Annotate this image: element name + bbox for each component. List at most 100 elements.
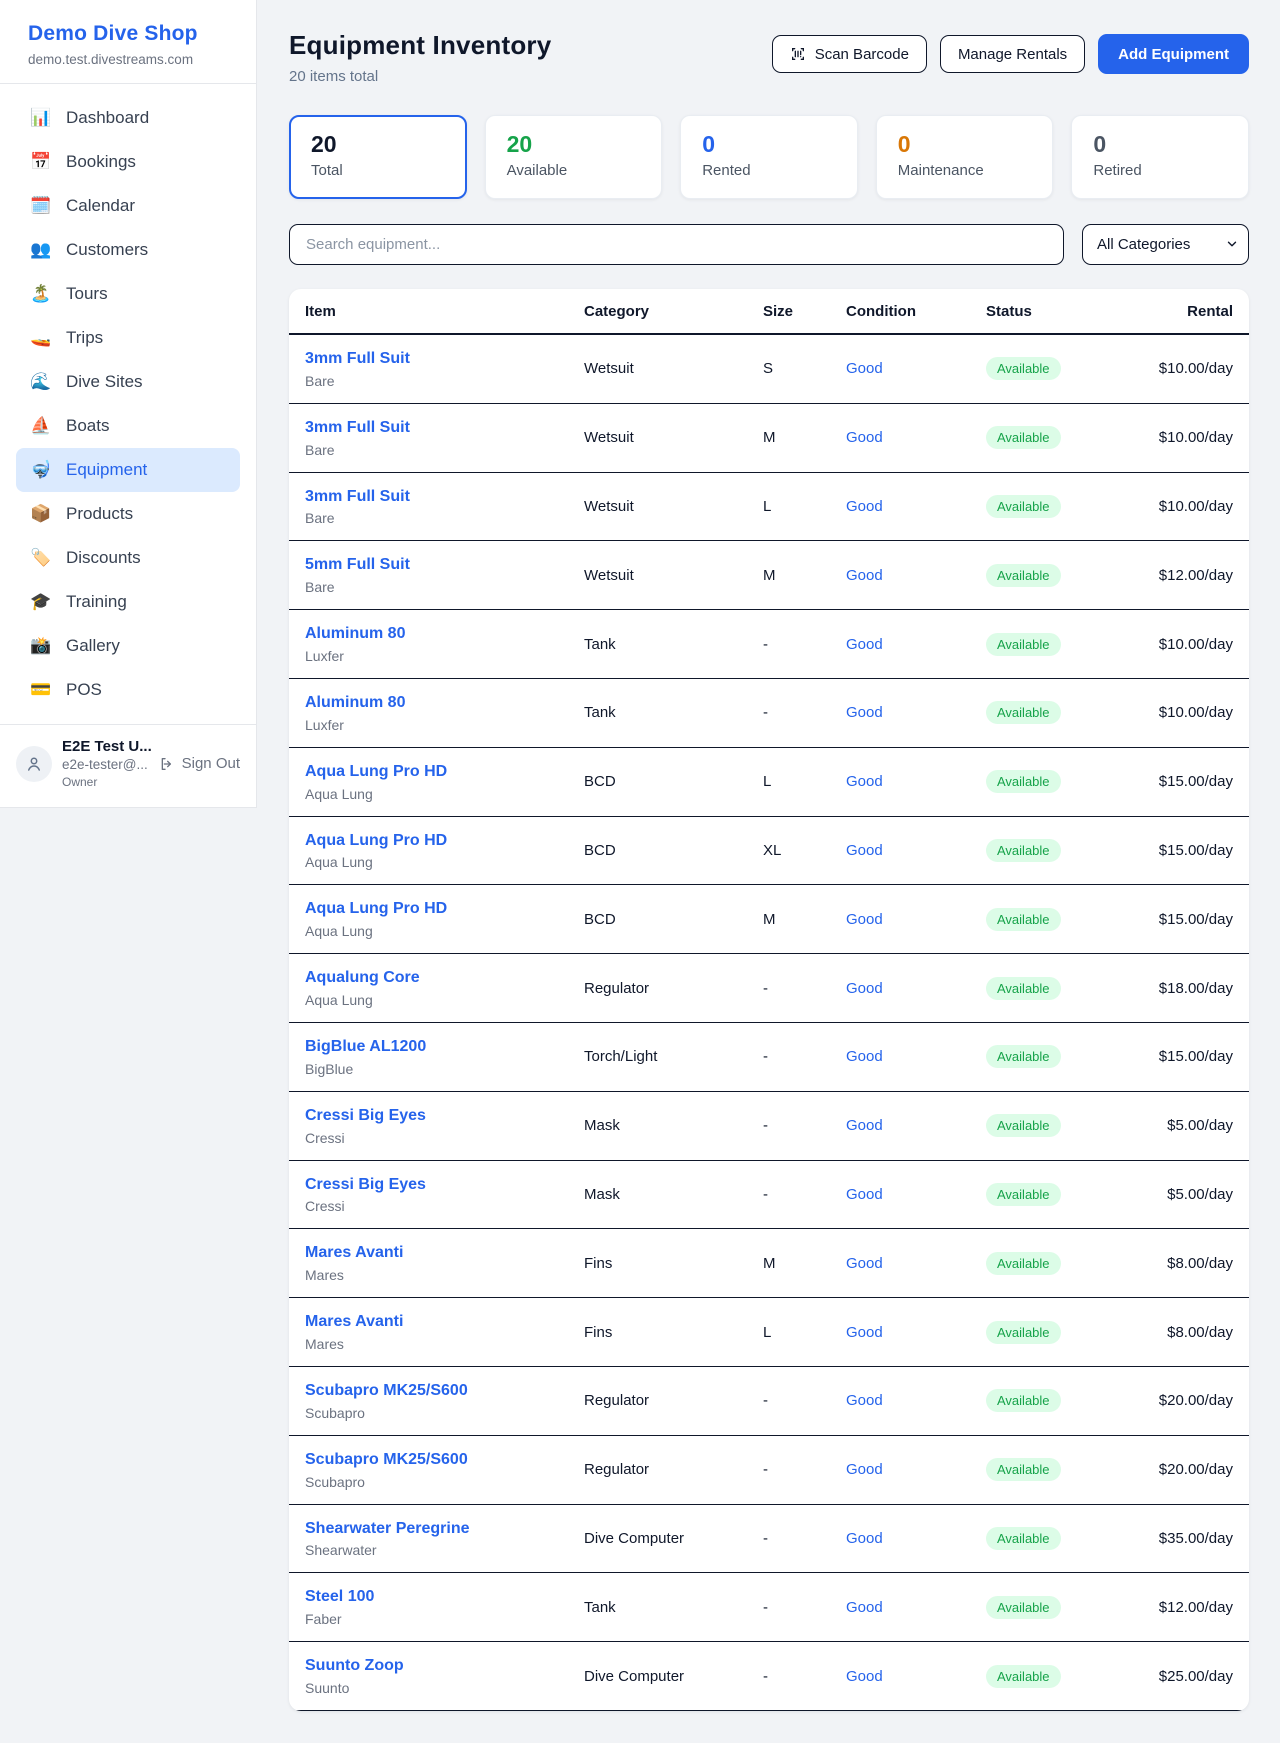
- item-brand: Mares: [305, 1336, 584, 1352]
- item-name-link[interactable]: 5mm Full Suit: [305, 555, 584, 576]
- item-name-link[interactable]: 3mm Full Suit: [305, 349, 584, 370]
- sidebar-nav-item[interactable]: 🏷️ Discounts: [16, 536, 240, 580]
- nav-item-label: Products: [66, 504, 133, 524]
- item-name-link[interactable]: Shearwater Peregrine: [305, 1519, 584, 1540]
- sidebar-nav-item[interactable]: 📦 Products: [16, 492, 240, 536]
- person-icon: [25, 755, 43, 773]
- category-cell: Tank: [584, 704, 763, 721]
- item-brand: Cressi: [305, 1198, 584, 1214]
- sign-out-button[interactable]: Sign Out: [159, 755, 240, 772]
- category-cell: Mask: [584, 1117, 763, 1134]
- sidebar-nav-item[interactable]: 🚤 Trips: [16, 316, 240, 360]
- sidebar-nav-item[interactable]: 👥 Customers: [16, 228, 240, 272]
- item-cell: Cressi Big Eyes Cressi: [305, 1175, 584, 1215]
- status-cell: Available: [986, 1527, 1136, 1550]
- condition-cell: Good: [846, 1530, 986, 1547]
- sidebar-nav-item[interactable]: 🗓️ Calendar: [16, 184, 240, 228]
- col-header-category: Category: [584, 303, 763, 320]
- manage-rentals-button[interactable]: Manage Rentals: [940, 35, 1085, 73]
- item-name-link[interactable]: Suunto Zoop: [305, 1656, 584, 1677]
- search-input[interactable]: [289, 224, 1064, 265]
- item-name-link[interactable]: Mares Avanti: [305, 1312, 584, 1333]
- brand-link[interactable]: Demo Dive Shop: [28, 22, 228, 46]
- item-name-link[interactable]: Cressi Big Eyes: [305, 1106, 584, 1127]
- item-name-link[interactable]: Scubapro MK25/S600: [305, 1381, 584, 1402]
- item-name-link[interactable]: Aluminum 80: [305, 693, 584, 714]
- item-name-link[interactable]: Aqua Lung Pro HD: [305, 899, 584, 920]
- stat-card[interactable]: 20 Total: [289, 115, 467, 199]
- category-cell: Regulator: [584, 980, 763, 997]
- table-row: Shearwater Peregrine Shearwater Dive Com…: [289, 1505, 1249, 1574]
- status-cell: Available: [986, 701, 1136, 724]
- sidebar-nav-item[interactable]: 📊 Dashboard: [16, 96, 240, 140]
- item-name-link[interactable]: Cressi Big Eyes: [305, 1175, 584, 1196]
- item-name-link[interactable]: 3mm Full Suit: [305, 487, 584, 508]
- sidebar-nav-item[interactable]: 🏝️ Tours: [16, 272, 240, 316]
- add-equipment-button[interactable]: Add Equipment: [1098, 34, 1249, 74]
- category-cell: BCD: [584, 911, 763, 928]
- sidebar-nav-item[interactable]: 📸 Gallery: [16, 624, 240, 668]
- item-name-link[interactable]: Aqualung Core: [305, 968, 584, 989]
- status-cell: Available: [986, 1596, 1136, 1619]
- status-cell: Available: [986, 1458, 1136, 1481]
- rental-cell: $10.00/day: [1136, 704, 1233, 721]
- stat-value: 0: [898, 131, 1032, 157]
- item-brand: Bare: [305, 579, 584, 595]
- item-brand: Bare: [305, 373, 584, 389]
- item-name-link[interactable]: Mares Avanti: [305, 1243, 584, 1264]
- item-name-link[interactable]: 3mm Full Suit: [305, 418, 584, 439]
- sidebar-nav-item[interactable]: 📅 Bookings: [16, 140, 240, 184]
- condition-cell: Good: [846, 1324, 986, 1341]
- rental-cell: $20.00/day: [1136, 1461, 1233, 1478]
- nav-item-label: Dive Sites: [66, 372, 143, 392]
- size-cell: XL: [763, 842, 846, 859]
- sidebar-nav-item[interactable]: ⛵ Boats: [16, 404, 240, 448]
- category-select[interactable]: All Categories: [1082, 224, 1249, 265]
- stat-card[interactable]: 0 Retired: [1071, 115, 1249, 199]
- condition-cell: Good: [846, 636, 986, 653]
- category-cell: Wetsuit: [584, 567, 763, 584]
- scan-barcode-button[interactable]: Scan Barcode: [772, 35, 927, 73]
- category-select-wrap: All Categories: [1082, 224, 1249, 265]
- col-header-rental: Rental: [1136, 303, 1233, 320]
- rental-cell: $10.00/day: [1136, 636, 1233, 653]
- item-name-link[interactable]: Aqua Lung Pro HD: [305, 762, 584, 783]
- item-name-link[interactable]: BigBlue AL1200: [305, 1037, 584, 1058]
- stat-card[interactable]: 0 Rented: [680, 115, 858, 199]
- item-cell: Mares Avanti Mares: [305, 1243, 584, 1283]
- sidebar-nav-item[interactable]: 💳 POS: [16, 668, 240, 712]
- sidebar-nav-item[interactable]: 🎓 Training: [16, 580, 240, 624]
- stat-card[interactable]: 0 Maintenance: [876, 115, 1054, 199]
- stat-label: Available: [507, 162, 641, 179]
- barcode-icon: [790, 46, 806, 62]
- item-brand: Bare: [305, 442, 584, 458]
- item-name-link[interactable]: Steel 100: [305, 1587, 584, 1608]
- item-name-link[interactable]: Scubapro MK25/S600: [305, 1450, 584, 1471]
- status-cell: Available: [986, 1252, 1136, 1275]
- nav-item-icon: 📊: [30, 108, 52, 128]
- stat-card[interactable]: 20 Available: [485, 115, 663, 199]
- status-badge: Available: [986, 426, 1061, 449]
- header-actions: Scan Barcode Manage Rentals Add Equipmen…: [772, 34, 1249, 74]
- item-name-link[interactable]: Aluminum 80: [305, 624, 584, 645]
- status-badge: Available: [986, 633, 1061, 656]
- nav-item-icon: 🏷️: [30, 548, 52, 568]
- table-row: Scubapro MK25/S600 Scubapro Regulator - …: [289, 1436, 1249, 1505]
- table-row: Mares Avanti Mares Fins L Good Available…: [289, 1298, 1249, 1367]
- rental-cell: $10.00/day: [1136, 360, 1233, 377]
- condition-cell: Good: [846, 1392, 986, 1409]
- sidebar-nav-item[interactable]: 🌊 Dive Sites: [16, 360, 240, 404]
- size-cell: M: [763, 1255, 846, 1272]
- size-cell: -: [763, 1392, 846, 1409]
- nav-item-icon: 🚤: [30, 328, 52, 348]
- item-brand: Luxfer: [305, 717, 584, 733]
- size-cell: -: [763, 1668, 846, 1685]
- sidebar-nav-item[interactable]: 🤿 Equipment: [16, 448, 240, 492]
- condition-cell: Good: [846, 1255, 986, 1272]
- item-name-link[interactable]: Aqua Lung Pro HD: [305, 831, 584, 852]
- col-header-status: Status: [986, 303, 1136, 320]
- size-cell: M: [763, 567, 846, 584]
- rental-cell: $8.00/day: [1136, 1324, 1233, 1341]
- nav-item-label: Gallery: [66, 636, 120, 656]
- rental-cell: $35.00/day: [1136, 1530, 1233, 1547]
